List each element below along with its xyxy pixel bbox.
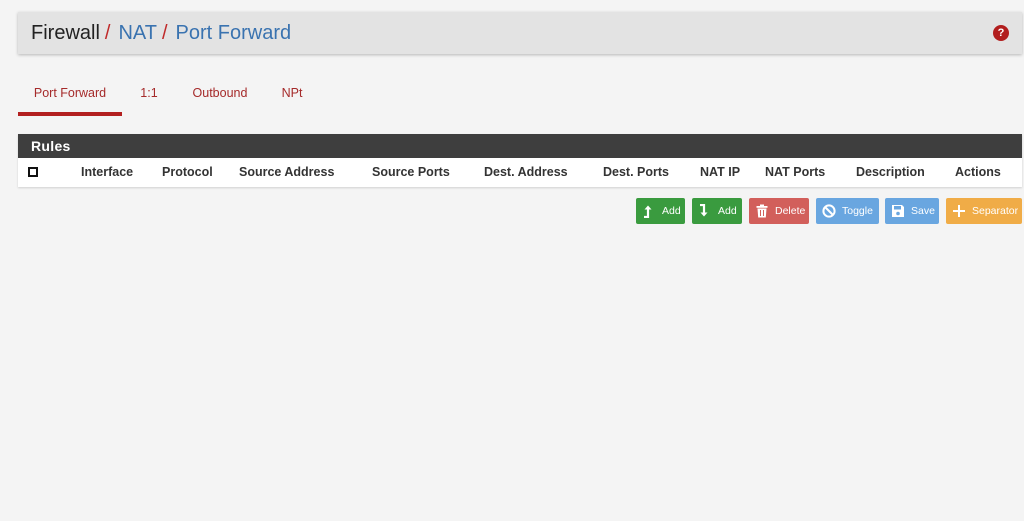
ban-icon	[822, 204, 836, 218]
breadcrumb-port-forward[interactable]: Port Forward	[176, 22, 292, 45]
column-interface[interactable]: Interface	[81, 158, 133, 187]
arrow-turn-up-icon	[644, 205, 652, 218]
breadcrumb-separator: /	[104, 21, 111, 44]
separator-button[interactable]: Separator	[946, 198, 1022, 224]
panel-title: Rules	[18, 134, 1022, 158]
trash-icon	[756, 204, 768, 218]
column-nat-ip[interactable]: NAT IP	[700, 158, 740, 187]
help-icon[interactable]: ?	[993, 25, 1009, 41]
save-button[interactable]: Save	[885, 198, 939, 224]
toggle-label: Toggle	[842, 205, 873, 217]
save-label: Save	[911, 205, 935, 217]
toggle-button[interactable]: Toggle	[816, 198, 879, 224]
column-source-address[interactable]: Source Address	[239, 158, 334, 187]
rules-panel: Rules Interface Protocol Source Address …	[18, 134, 1022, 187]
tab-one-to-one[interactable]: 1:1	[135, 80, 163, 116]
add-rule-top-label: Add	[662, 205, 681, 217]
column-actions: Actions	[955, 165, 1001, 179]
column-description[interactable]: Description	[856, 158, 925, 187]
delete-label: Delete	[775, 205, 806, 217]
add-rule-bottom-label: Add	[718, 205, 737, 217]
floppy-disk-icon	[892, 205, 904, 217]
column-nat-ports[interactable]: NAT Ports	[765, 158, 825, 187]
column-protocol[interactable]: Protocol	[162, 158, 213, 187]
breadcrumb-firewall: Firewall	[31, 21, 100, 44]
tab-port-forward[interactable]: Port Forward	[18, 80, 122, 116]
select-all-checkbox[interactable]	[28, 167, 38, 177]
breadcrumb-separator: /	[161, 21, 168, 44]
tab-outbound[interactable]: Outbound	[188, 80, 252, 116]
column-source-ports[interactable]: Source Ports	[372, 158, 450, 187]
plus-icon	[953, 205, 965, 217]
rules-table-header: Interface Protocol Source Address Source…	[18, 158, 1022, 187]
column-dest-ports[interactable]: Dest. Ports	[603, 158, 669, 187]
column-dest-address[interactable]: Dest. Address	[484, 158, 568, 187]
separator-label: Separator	[972, 205, 1019, 217]
arrow-turn-down-icon	[700, 204, 708, 217]
breadcrumb-nat[interactable]: NAT	[118, 22, 157, 45]
add-rule-bottom-button[interactable]: Add	[692, 198, 742, 224]
delete-button[interactable]: Delete	[749, 198, 809, 224]
add-rule-top-button[interactable]: Add	[636, 198, 685, 224]
tab-npt[interactable]: NPt	[276, 80, 308, 116]
page-header: Firewall / NAT / Port Forward ?	[18, 12, 1022, 54]
